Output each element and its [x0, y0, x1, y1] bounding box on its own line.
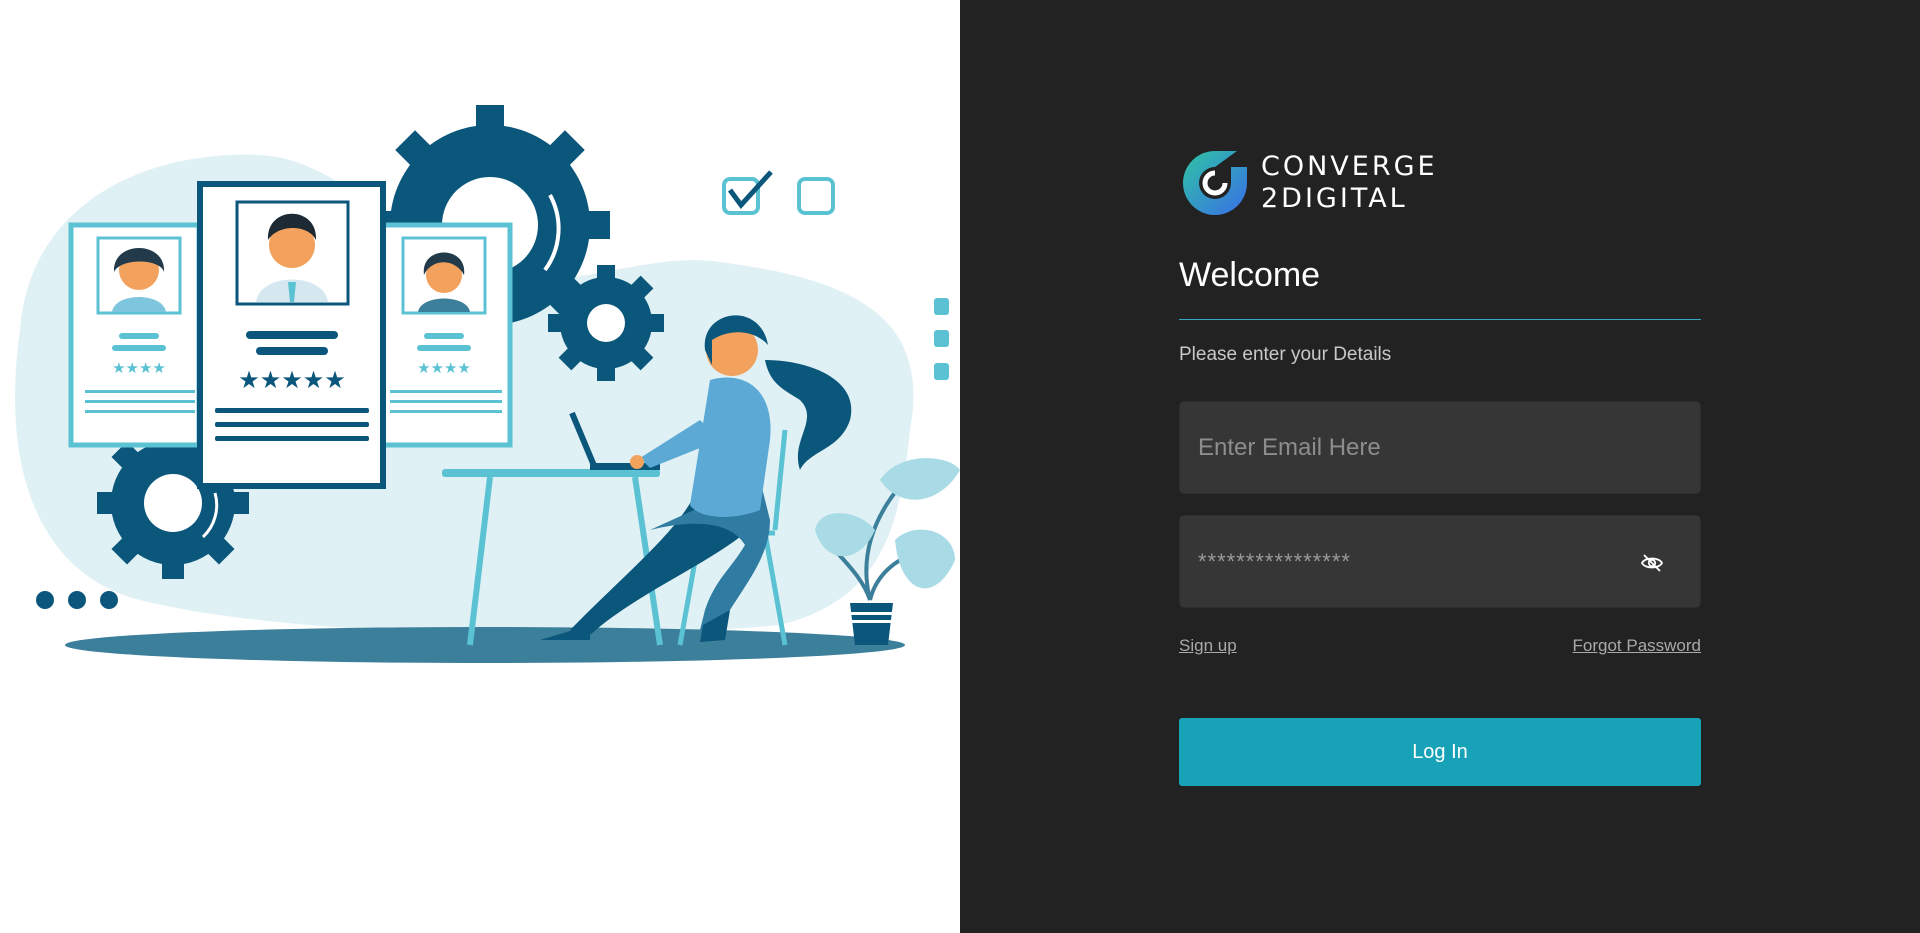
horizontal-dots-decoration — [36, 591, 118, 609]
password-input[interactable] — [1180, 516, 1700, 607]
title-divider — [1179, 319, 1701, 320]
empty-box-icon — [797, 177, 835, 215]
eye-off-icon[interactable] — [1640, 551, 1664, 575]
brand-name-line2: 2DIGITAL — [1261, 183, 1408, 214]
email-input[interactable] — [1180, 402, 1700, 493]
password-field — [1179, 515, 1701, 608]
page-subtitle: Please enter your Details — [1179, 344, 1392, 365]
page-title: Welcome — [1179, 256, 1321, 294]
candidate-card-right: ★★★★ — [379, 222, 513, 448]
brand-logo: CONVERGE 2DIGITAL — [1179, 146, 1438, 220]
svg-text:★★★★: ★★★★ — [417, 359, 471, 377]
login-panel: CONVERGE 2DIGITAL Welcome Please enter y… — [960, 0, 1920, 933]
brand-wordmark: CONVERGE 2DIGITAL — [1261, 151, 1438, 215]
svg-text:★★★★: ★★★★ — [112, 359, 166, 377]
brand-name-line1: CONVERGE — [1261, 151, 1438, 182]
sign-up-link[interactable]: Sign up — [1179, 636, 1237, 656]
small-gear-icon — [548, 265, 664, 381]
candidate-card-left: ★★★★ — [68, 222, 202, 448]
brand-logo-icon — [1183, 151, 1247, 215]
email-field — [1179, 401, 1701, 494]
forgot-password-link[interactable]: Forgot Password — [1573, 636, 1702, 656]
candidate-card-center: ★★★★★ — [197, 181, 386, 489]
floor-shadow — [65, 627, 905, 663]
svg-text:★★★★★: ★★★★★ — [238, 366, 346, 394]
recruitment-illustration: ★★★★ ★★★★ ★★★★★ — [15, 105, 960, 663]
vertical-dots-decoration — [934, 298, 949, 380]
checked-box-icon — [722, 170, 773, 215]
illustration-panel: ★★★★ ★★★★ ★★★★★ — [0, 0, 960, 933]
login-button[interactable]: Log In — [1179, 718, 1701, 786]
